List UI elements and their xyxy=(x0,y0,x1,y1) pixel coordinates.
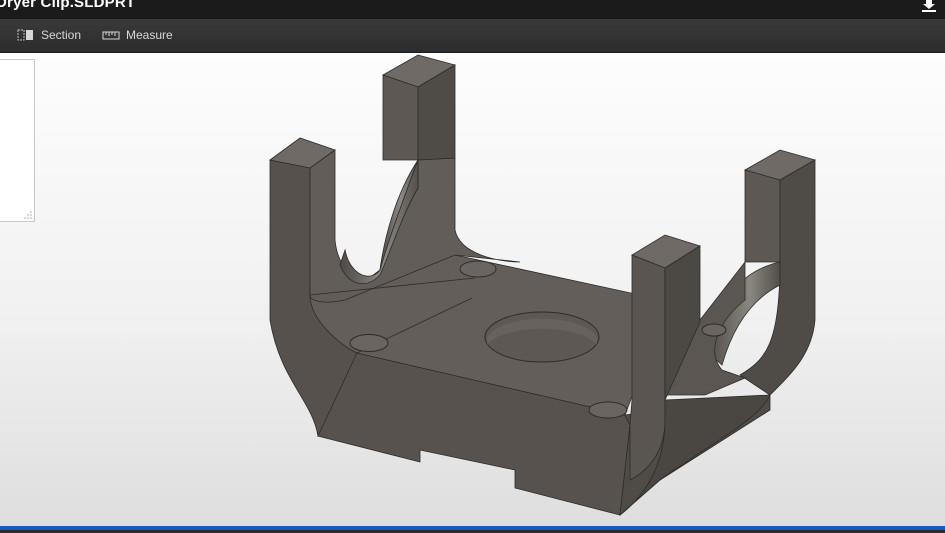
ruler-icon xyxy=(102,31,120,40)
part-model[interactable] xyxy=(0,53,945,526)
document-title: Dryer Clip.SLDPRT xyxy=(0,0,136,11)
measure-label: Measure xyxy=(126,28,173,42)
section-button[interactable]: Section xyxy=(17,26,81,44)
download-icon[interactable] xyxy=(921,0,937,12)
section-icon xyxy=(17,29,33,41)
3d-viewport[interactable] xyxy=(0,53,945,526)
toolbar: Section Measure xyxy=(0,19,945,53)
title-bar: Dryer Clip.SLDPRT xyxy=(0,0,945,19)
section-label: Section xyxy=(41,28,82,42)
measure-button[interactable]: Measure xyxy=(102,26,173,44)
